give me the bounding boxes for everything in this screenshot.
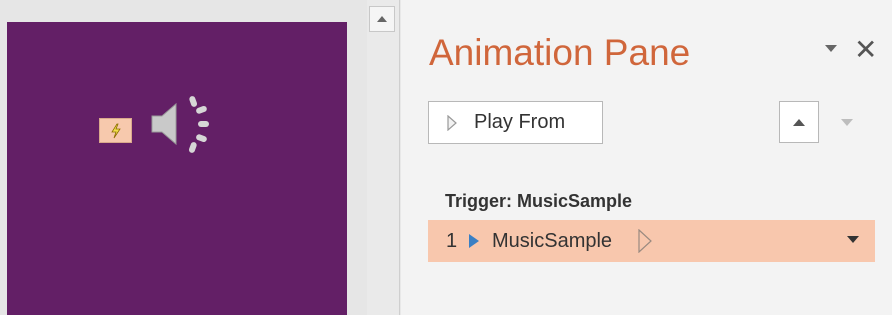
close-icon[interactable]: ✕ — [854, 36, 877, 64]
animation-pane: Animation Pane ✕ Play From Trigger: Musi… — [401, 0, 892, 315]
arrow-down-icon — [840, 118, 853, 126]
animation-name: MusicSample — [492, 229, 613, 252]
pane-options-chevron-down-icon[interactable] — [824, 44, 838, 54]
pane-title: Animation Pane — [429, 32, 691, 73]
scroll-up-button[interactable] — [369, 6, 395, 32]
trigger-lightning-icon[interactable] — [99, 118, 132, 143]
play-from-label: Play From — [474, 111, 566, 133]
play-from-button[interactable]: Play From — [428, 101, 603, 144]
trigger-label: Trigger: MusicSample — [445, 191, 633, 211]
play-outline-icon — [447, 114, 457, 131]
animation-list-item[interactable]: 1 MusicSample — [428, 220, 875, 262]
speaker-icon[interactable] — [148, 94, 214, 159]
animation-order-number: 1 — [446, 229, 458, 252]
timing-bar-icon[interactable] — [638, 229, 652, 253]
play-triangle-icon — [468, 233, 480, 249]
arrow-up-icon — [793, 118, 805, 126]
vertical-scrollbar[interactable] — [367, 0, 400, 315]
chevron-down-icon[interactable] — [847, 236, 859, 244]
arrow-up-icon — [377, 16, 387, 22]
move-earlier-button[interactable] — [779, 101, 819, 143]
slide-canvas[interactable] — [7, 22, 347, 315]
move-later-button[interactable] — [829, 101, 864, 143]
